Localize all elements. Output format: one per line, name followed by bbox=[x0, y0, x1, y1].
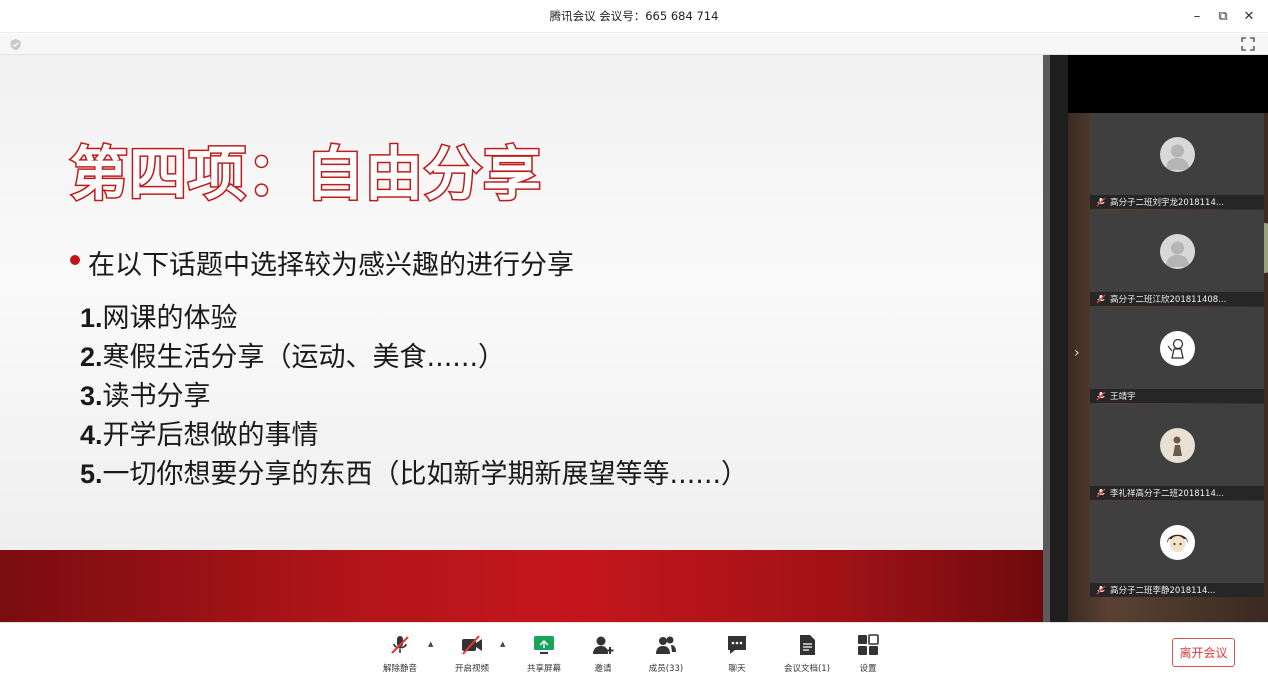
minimize-button[interactable]: – bbox=[1184, 4, 1210, 30]
participant-tile[interactable]: 高分子二班刘宇龙2018114... bbox=[1090, 113, 1264, 209]
close-button[interactable]: ✕ bbox=[1236, 4, 1262, 30]
meeting-documents-button[interactable]: 会议文档(1) bbox=[777, 633, 837, 677]
slide-bullet: 在以下话题中选择较为感兴趣的进行分享 bbox=[70, 243, 574, 282]
shield-icon[interactable] bbox=[9, 38, 22, 51]
bullet-dot-icon bbox=[70, 254, 80, 265]
participant-name: 高分子二班江欣201811408... bbox=[1110, 295, 1227, 305]
screen-border bbox=[1050, 55, 1068, 622]
topic-item: 4.开学后想做的事情 bbox=[80, 420, 319, 451]
participant-tile[interactable]: 王靖宇 bbox=[1090, 307, 1264, 403]
topic-list: 1.网课的体验 2.寒假生活分享（运动、美食......） 3.读书分享 4.开… bbox=[80, 299, 748, 494]
fullscreen-icon[interactable] bbox=[1241, 37, 1255, 51]
settings-label: 设置 bbox=[859, 664, 877, 674]
info-bar bbox=[0, 34, 1268, 55]
meeting-documents-label: 会议文档(1) bbox=[783, 664, 831, 674]
members-icon bbox=[656, 636, 676, 654]
topic-item: 3.读书分享 bbox=[80, 381, 211, 412]
start-video-label: 开启视频 bbox=[454, 664, 489, 674]
default-avatar-icon bbox=[1159, 233, 1195, 269]
muted-mic-icon bbox=[1096, 585, 1106, 595]
window-controls: – ⧉ ✕ bbox=[1184, 0, 1262, 33]
topic-item: 2.寒假生活分享（运动、美食......） bbox=[80, 342, 506, 373]
participant-name: 高分子二班刘宇龙2018114... bbox=[1110, 198, 1224, 208]
muted-mic-icon bbox=[1096, 488, 1106, 498]
chat-label: 聊天 bbox=[728, 664, 746, 674]
cartoon-avatar-icon bbox=[1159, 524, 1195, 560]
members-button[interactable]: 成员(33) bbox=[636, 633, 696, 677]
astronaut-avatar-icon bbox=[1159, 330, 1195, 366]
default-avatar-icon bbox=[1159, 136, 1195, 172]
meeting-toolbar: 解除静音 ▲ 开启视频 ▲ 共享屏幕 邀请 成员(33) 聊天 会议文档(1) bbox=[0, 622, 1268, 682]
window-title: 腾讯会议 会议号：665 684 714 bbox=[549, 9, 719, 23]
participant-name: 王靖宇 bbox=[1110, 392, 1136, 402]
participant-tile[interactable]: 高分子二班江欣201811408... bbox=[1090, 210, 1264, 306]
figure-avatar-icon bbox=[1159, 427, 1195, 463]
presentation-slide: 第四项：自由分享 在以下话题中选择较为感兴趣的进行分享 1.网课的体验 2.寒假… bbox=[0, 55, 1043, 622]
topic-item: 5.一切你想要分享的东西（比如新学期新展望等等......） bbox=[80, 459, 749, 490]
title-bar: 腾讯会议 会议号：665 684 714 – ⧉ ✕ bbox=[0, 0, 1268, 33]
bullet-text: 在以下话题中选择较为感兴趣的进行分享 bbox=[88, 250, 574, 281]
add-user-icon bbox=[593, 636, 614, 654]
participant-video-panel: › 高分子二班刘宇龙2018114... 高分子二班江欣201811408...… bbox=[1068, 55, 1268, 622]
unmute-label: 解除静音 bbox=[382, 664, 417, 674]
muted-mic-icon bbox=[1096, 197, 1106, 207]
shared-screen: 第四项：自由分享 在以下话题中选择较为感兴趣的进行分享 1.网课的体验 2.寒假… bbox=[0, 55, 1068, 622]
invite-label: 邀请 bbox=[594, 664, 612, 674]
caret-up-icon[interactable]: ▲ bbox=[500, 640, 505, 648]
participant-tile[interactable]: 高分子二班李静2018114... bbox=[1090, 501, 1264, 597]
leave-meeting-button[interactable]: 离开会议 bbox=[1172, 638, 1235, 667]
grid-settings-icon bbox=[858, 634, 879, 655]
document-icon bbox=[800, 635, 815, 655]
video-off-icon bbox=[462, 635, 482, 655]
unmute-button[interactable]: 解除静音 bbox=[370, 633, 430, 677]
chat-button[interactable]: 聊天 bbox=[707, 633, 767, 677]
participant-name: 李礼祥高分子二班2018114... bbox=[1110, 489, 1224, 499]
chat-icon bbox=[728, 636, 746, 654]
slide-footer-band bbox=[0, 550, 1043, 622]
chevron-right-icon[interactable]: › bbox=[1074, 345, 1080, 361]
share-screen-button[interactable]: 共享屏幕 bbox=[514, 633, 574, 677]
share-screen-icon bbox=[534, 636, 554, 654]
muted-microphone-icon bbox=[391, 636, 409, 654]
caret-up-icon[interactable]: ▲ bbox=[428, 640, 433, 648]
meeting-window: 腾讯会议 会议号：665 684 714 – ⧉ ✕ 第四项：自由分享 在以下话… bbox=[0, 0, 1268, 682]
members-label: 成员(33) bbox=[648, 664, 684, 674]
slide-title: 第四项：自由分享 bbox=[68, 139, 543, 210]
muted-mic-icon bbox=[1096, 294, 1106, 304]
topic-item: 1.网课的体验 bbox=[80, 303, 238, 334]
start-video-button[interactable]: 开启视频 bbox=[442, 633, 502, 677]
settings-button[interactable]: 设置 bbox=[838, 633, 898, 677]
restore-button[interactable]: ⧉ bbox=[1210, 4, 1236, 30]
slide-edge bbox=[1043, 55, 1050, 622]
participant-name: 高分子二班李静2018114... bbox=[1110, 586, 1216, 596]
panel-header bbox=[1068, 55, 1268, 113]
participant-tile[interactable]: 李礼祥高分子二班2018114... bbox=[1090, 404, 1264, 500]
muted-mic-icon bbox=[1096, 391, 1106, 401]
invite-button[interactable]: 邀请 bbox=[573, 633, 633, 677]
share-screen-label: 共享屏幕 bbox=[526, 664, 561, 674]
